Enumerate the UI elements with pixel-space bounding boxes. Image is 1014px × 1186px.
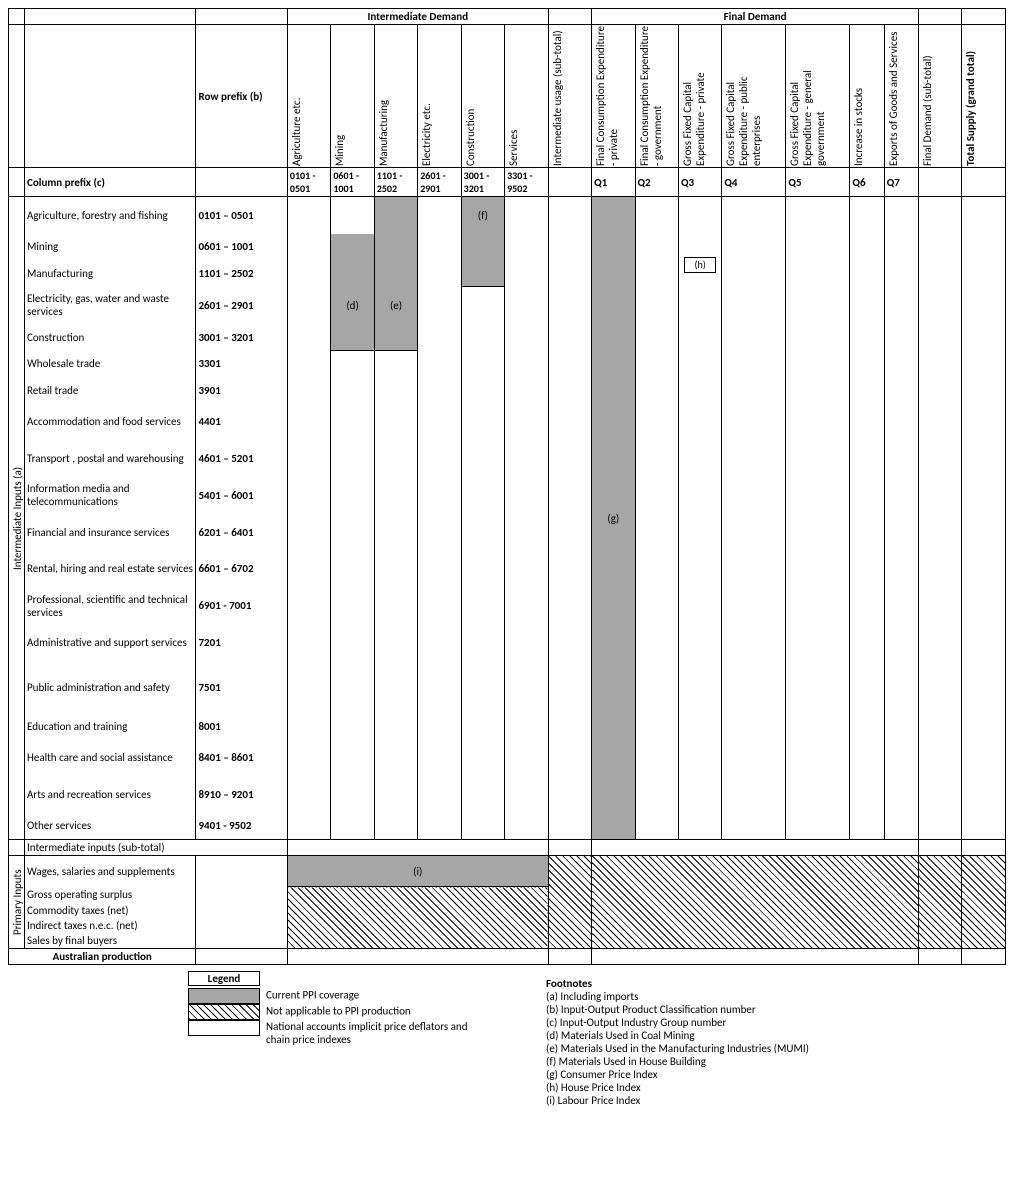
legend: Legend Current PPI coverage Not applicab… [188, 971, 486, 1107]
note-i: (i) [287, 856, 548, 887]
hdr-intermediate-demand: Intermediate Demand [287, 9, 548, 25]
col-q7: Exports of Goods and Services [887, 26, 900, 166]
subtotal-row: Intermediate inputs (sub-total) [25, 840, 288, 856]
col-mining: Mining [333, 26, 346, 166]
note-d: (d) [331, 286, 374, 323]
note-e: (e) [374, 286, 417, 323]
aus-production: Australian production [9, 949, 196, 965]
row-label: Agriculture, forestry and fishing [25, 197, 196, 234]
col-q4: Gross Fixed Capital Expenditure - public… [724, 26, 763, 166]
note-f: (f) [461, 197, 504, 234]
col-fd-subtotal: Final Demand (sub-total) [921, 26, 934, 166]
side-intermediate-inputs: Intermediate Inputs (a) [11, 198, 24, 838]
col-construction: Construction [464, 26, 477, 166]
col-intermediate-usage: Intermediate usage (sub-total) [551, 26, 564, 166]
legend-swatch-grey [188, 988, 260, 1004]
col-q1: Final Consumption Expenditure - private [594, 26, 620, 166]
col-q5: Gross Fixed Capital Expenditure - genera… [788, 26, 827, 166]
note-h: (h) [684, 257, 716, 273]
side-primary-inputs: Primary Inputs [11, 857, 24, 947]
footnotes: Footnotes (a) Including imports (b) Inpu… [546, 977, 809, 1107]
hdr-final-demand: Final Demand [592, 9, 919, 25]
col-q3: Gross Fixed Capital Expenditure - privat… [681, 26, 707, 166]
row-prefix-b: Row prefix (b) [196, 25, 287, 168]
col-agriculture: Agriculture etc. [290, 26, 303, 166]
legend-swatch-white [188, 1020, 260, 1036]
note-g: (g) [592, 197, 635, 840]
column-prefix-c: Column prefix (c) [25, 168, 196, 197]
col-total-supply: Total Supply (grand total) [964, 26, 977, 166]
col-q2: Final Consumption Expenditure - governme… [638, 26, 664, 166]
col-q6: Increase in stocks [852, 26, 865, 166]
legend-swatch-hatch [188, 1004, 260, 1020]
io-table: Intermediate Demand Final Demand Row pre… [8, 8, 1006, 965]
col-services: Services [507, 26, 520, 166]
col-electricity: Electricity etc. [420, 26, 433, 166]
col-manufacturing: Manufacturing [377, 26, 390, 166]
